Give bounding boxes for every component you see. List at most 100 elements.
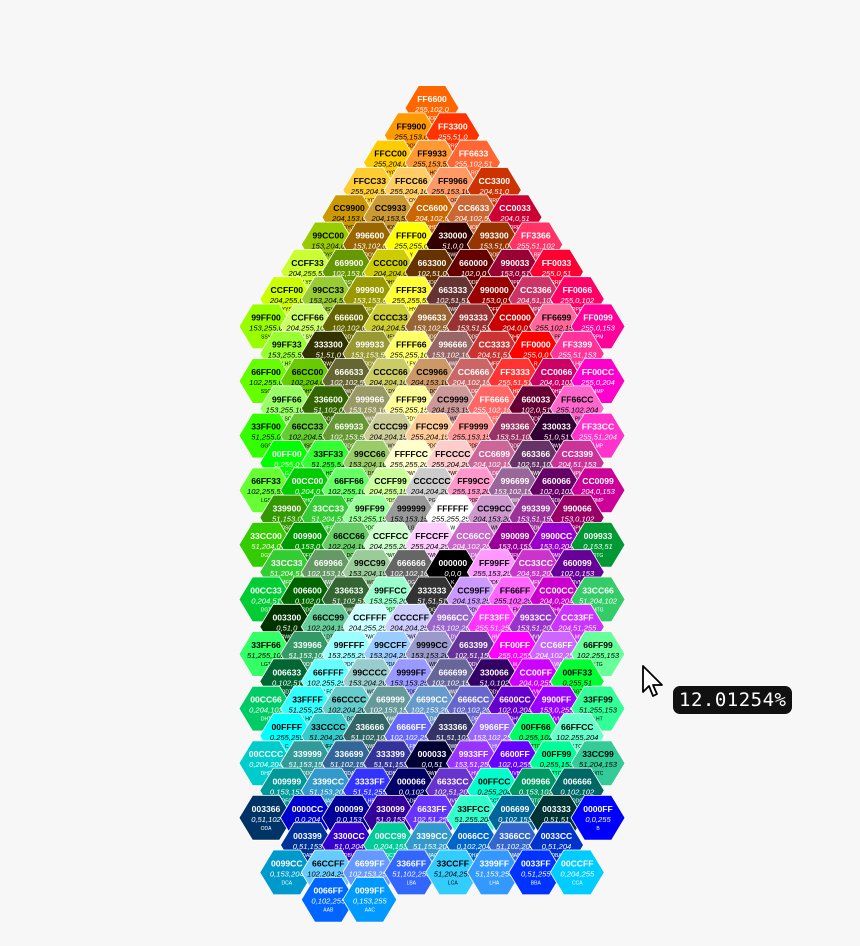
hex-code-label: CCCCCC xyxy=(413,476,450,486)
hex-code-label: 339999 xyxy=(293,749,322,759)
hex-code-label: CCFF33 xyxy=(291,258,324,268)
hex-code-label: FF33FF xyxy=(479,613,510,623)
hex-code-label: 9966FF xyxy=(479,722,509,732)
hex-code-label: 9999CC xyxy=(416,640,448,650)
hex-code-label: CC33CC xyxy=(519,558,553,568)
hex-code-label: CCCCFF xyxy=(394,613,429,623)
hex-code-label: FFCC00 xyxy=(374,149,407,159)
hex-code-label: 666666 xyxy=(397,558,426,568)
hex-code-label: 9900CC xyxy=(541,531,573,541)
hex-code-label: 99CC66 xyxy=(354,449,386,459)
hex-code-label: FF00CC xyxy=(582,367,614,377)
hex-code-label: 00CCFF xyxy=(561,858,593,868)
hex-code-label: CC6699 xyxy=(479,449,511,459)
color-abbrev-label: ODA xyxy=(261,826,273,832)
hex-code-label: 00FFCC xyxy=(478,777,510,787)
hex-code-label: 333399 xyxy=(376,749,405,759)
hex-code-label: FFFFFF xyxy=(437,504,469,514)
hex-code-label: FF6666 xyxy=(479,394,509,404)
hex-code-label: CC99CC xyxy=(477,504,511,514)
hex-code-label: 999999 xyxy=(397,504,426,514)
hex-code-label: CCFFFF xyxy=(353,613,386,623)
hex-code-label: CCCC33 xyxy=(373,312,408,322)
hex-code-label: 3399CC xyxy=(416,831,448,841)
hex-code-label: 9933CC xyxy=(520,613,552,623)
hex-code-label: CC66FF xyxy=(540,640,572,650)
hex-code-label: FF99CC xyxy=(457,476,489,486)
hex-code-label: 99FF66 xyxy=(272,394,302,404)
hex-code-label: 0000CC xyxy=(292,804,324,814)
hex-code-label: 9999FF xyxy=(396,667,426,677)
pointer-cursor-icon xyxy=(642,665,663,697)
hex-code-label: 6600FF xyxy=(500,749,530,759)
hex-code-label: 66CCFF xyxy=(312,858,344,868)
hex-code-label: CC3366 xyxy=(520,285,552,295)
hex-code-label: 009900 xyxy=(293,531,322,541)
hex-code-label: 663333 xyxy=(438,285,467,295)
hex-code-label: 336600 xyxy=(314,394,343,404)
hex-code-label: 6699FF xyxy=(355,858,385,868)
rgb-value-label: 0,153,204 xyxy=(270,869,304,878)
hex-code-label: 9933FF xyxy=(459,749,489,759)
hex-code-label: 00FF00 xyxy=(272,449,302,459)
hex-code-label: 33FF33 xyxy=(313,449,343,459)
hex-code-label: 33FFCC xyxy=(457,804,489,814)
hex-code-label: FF0000 xyxy=(521,340,551,350)
hex-code-label: 99FF00 xyxy=(251,312,281,322)
hex-code-label: FF3333 xyxy=(500,367,530,377)
zoom-level-readout: 12.01254% xyxy=(673,686,793,714)
hex-code-label: CC3333 xyxy=(479,340,511,350)
hex-code-label: 330099 xyxy=(376,804,405,814)
hex-code-label: 3333FF xyxy=(355,777,385,787)
color-abbrev-label: LCA xyxy=(448,880,458,886)
hex-code-label: 000066 xyxy=(397,777,426,787)
hex-code-label: 00CC66 xyxy=(250,695,282,705)
color-abbrev-label: BBA xyxy=(531,880,542,886)
hex-code-label: 336666 xyxy=(355,722,384,732)
hex-code-label: 33FF00 xyxy=(251,422,281,432)
hex-code-label: 990099 xyxy=(501,531,530,541)
hex-code-label: 666600 xyxy=(335,312,364,322)
color-abbrev-label: CCA xyxy=(572,880,583,886)
hex-code-label: FF66CC xyxy=(561,394,593,404)
hex-code-label: 663399 xyxy=(459,640,488,650)
hex-code-label: FFCCFF xyxy=(415,531,448,541)
hex-code-label: FFCC33 xyxy=(354,176,387,186)
hex-code-label: 330066 xyxy=(480,667,509,677)
hex-code-label: 33CCCC xyxy=(311,722,345,732)
hex-code-label: FF99FF xyxy=(479,558,510,568)
hex-code-label: FF9900 xyxy=(396,121,426,131)
hex-code-label: FF6633 xyxy=(459,149,489,159)
hex-code-label: FF0099 xyxy=(583,312,613,322)
color-abbrev-label: R xyxy=(534,362,538,368)
hex-code-label: 99CC00 xyxy=(313,231,345,241)
hex-code-label: 009933 xyxy=(584,531,613,541)
color-hex-wheel[interactable]: FF6600255,102,0OORFF9900255,153,0OOYFF33… xyxy=(0,0,860,946)
hex-code-label: 663300 xyxy=(418,258,447,268)
hex-code-label: 660066 xyxy=(542,476,571,486)
hex-code-label: CCFF66 xyxy=(291,312,324,322)
hex-code-label: 333333 xyxy=(418,585,447,595)
hex-code-label: 99CC99 xyxy=(354,558,386,568)
hex-code-label: 339900 xyxy=(272,504,301,514)
hex-code-label: 993300 xyxy=(480,231,509,241)
hex-code-label: 99CCCC xyxy=(353,667,387,677)
hex-code-label: 33CC99 xyxy=(582,749,614,759)
hex-code-label: 66CC66 xyxy=(333,531,365,541)
hex-code-label: 99CC33 xyxy=(313,285,345,295)
hex-code-label: CC9999 xyxy=(437,394,469,404)
rgb-value-label: 51,153,255 xyxy=(475,869,514,878)
hex-code-label: CC9966 xyxy=(416,367,448,377)
hex-code-label: 003366 xyxy=(252,804,281,814)
hex-code-label: 663366 xyxy=(521,449,550,459)
hex-code-label: CC0000 xyxy=(499,312,531,322)
color-abbrev-label: C xyxy=(285,744,289,750)
hex-code-label: 006699 xyxy=(501,804,530,814)
hex-code-label: 006666 xyxy=(563,777,592,787)
hex-code-label: 996666 xyxy=(438,340,467,350)
hex-code-label: 000033 xyxy=(418,749,447,759)
hex-code-label: 99FF99 xyxy=(355,504,385,514)
color-abbrev-label: G xyxy=(285,471,289,477)
hex-code-label: CC33FF xyxy=(561,613,593,623)
color-abbrev-label: AAB xyxy=(323,908,334,914)
